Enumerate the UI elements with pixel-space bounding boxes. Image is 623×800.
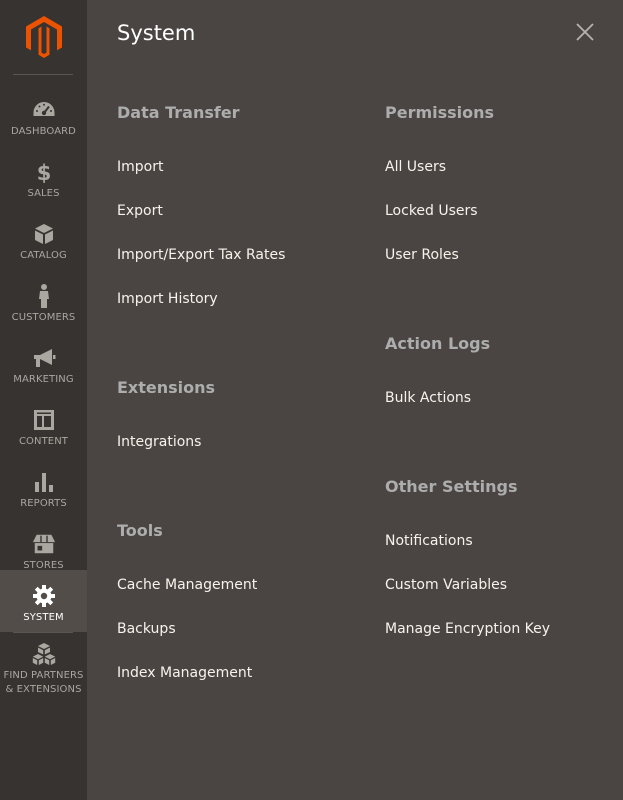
- menu-link-cache-management[interactable]: Cache Management: [117, 575, 257, 595]
- section-title-other-settings: Other Settings: [385, 477, 518, 496]
- menu-link-all-users[interactable]: All Users: [385, 157, 446, 177]
- storefront-icon: [32, 532, 56, 556]
- menu-link-integrations[interactable]: Integrations: [117, 432, 201, 452]
- panel-title: System: [117, 21, 196, 45]
- menu-link-bulk-actions[interactable]: Bulk Actions: [385, 388, 471, 408]
- system-menu-panel: System Data Transfer Import Export Impor…: [87, 0, 623, 800]
- menu-link-manage-encryption-key[interactable]: Manage Encryption Key: [385, 619, 550, 639]
- menu-link-notifications[interactable]: Notifications: [385, 531, 473, 551]
- section-title-extensions: Extensions: [117, 378, 216, 397]
- sidebar-item-label: System: [23, 612, 64, 623]
- person-icon: [32, 284, 56, 308]
- megaphone-icon: [32, 346, 56, 370]
- menu-link-import-history[interactable]: Import History: [117, 289, 218, 309]
- sidebar-item-find-partners[interactable]: Find Partners & Extensions: [0, 642, 87, 704]
- system-divider: [13, 632, 73, 633]
- sidebar-item-system[interactable]: System: [0, 570, 87, 632]
- sidebar-item-marketing[interactable]: Marketing: [0, 332, 87, 394]
- sidebar-item-label: Marketing: [13, 374, 74, 385]
- cube-icon: [32, 222, 56, 246]
- bar-chart-icon: [32, 470, 56, 494]
- section-title-data-transfer: Data Transfer: [117, 103, 240, 122]
- admin-sidebar: Dashboard $ Sales Catalog Customers: [0, 0, 87, 800]
- close-button[interactable]: [575, 22, 595, 42]
- menu-link-import-export-tax-rates[interactable]: Import/Export Tax Rates: [117, 245, 285, 265]
- section-title-permissions: Permissions: [385, 103, 495, 122]
- dollar-icon: $: [32, 160, 56, 184]
- sidebar-item-dashboard[interactable]: Dashboard: [0, 84, 87, 146]
- sidebar-item-label: Customers: [11, 312, 76, 323]
- boxes-icon: [32, 642, 56, 666]
- sidebar-item-label: Content: [18, 436, 69, 447]
- menu-link-import[interactable]: Import: [117, 157, 163, 177]
- menu-link-user-roles[interactable]: User Roles: [385, 245, 459, 265]
- sidebar-item-sales[interactable]: $ Sales: [0, 146, 87, 208]
- gear-icon: [32, 584, 56, 608]
- sidebar-item-label: Catalog: [20, 250, 67, 261]
- menu-link-locked-users[interactable]: Locked Users: [385, 201, 478, 221]
- sidebar-item-label: Dashboard: [10, 126, 76, 137]
- menu-link-index-management[interactable]: Index Management: [117, 663, 252, 683]
- section-title-tools: Tools: [117, 521, 163, 540]
- logo-divider: [13, 74, 73, 75]
- magento-logo-icon: [25, 16, 62, 58]
- sidebar-item-label: Sales: [27, 188, 60, 199]
- sidebar-item-label: Reports: [20, 498, 67, 509]
- layout-icon: [32, 408, 56, 432]
- magento-logo[interactable]: [0, 0, 87, 74]
- sidebar-item-reports[interactable]: Reports: [0, 456, 87, 518]
- close-icon: [576, 23, 594, 41]
- menu-link-custom-variables[interactable]: Custom Variables: [385, 575, 507, 595]
- sidebar-item-catalog[interactable]: Catalog: [0, 208, 87, 270]
- sidebar-item-label: Find Partners & Extensions: [3, 670, 84, 695]
- menu-link-export[interactable]: Export: [117, 201, 163, 221]
- menu-link-backups[interactable]: Backups: [117, 619, 176, 639]
- sidebar-item-content[interactable]: Content: [0, 394, 87, 456]
- dashboard-gauge-icon: [32, 98, 56, 122]
- sidebar-item-customers[interactable]: Customers: [0, 270, 87, 332]
- section-title-action-logs: Action Logs: [385, 334, 491, 353]
- svg-text:$: $: [36, 161, 51, 183]
